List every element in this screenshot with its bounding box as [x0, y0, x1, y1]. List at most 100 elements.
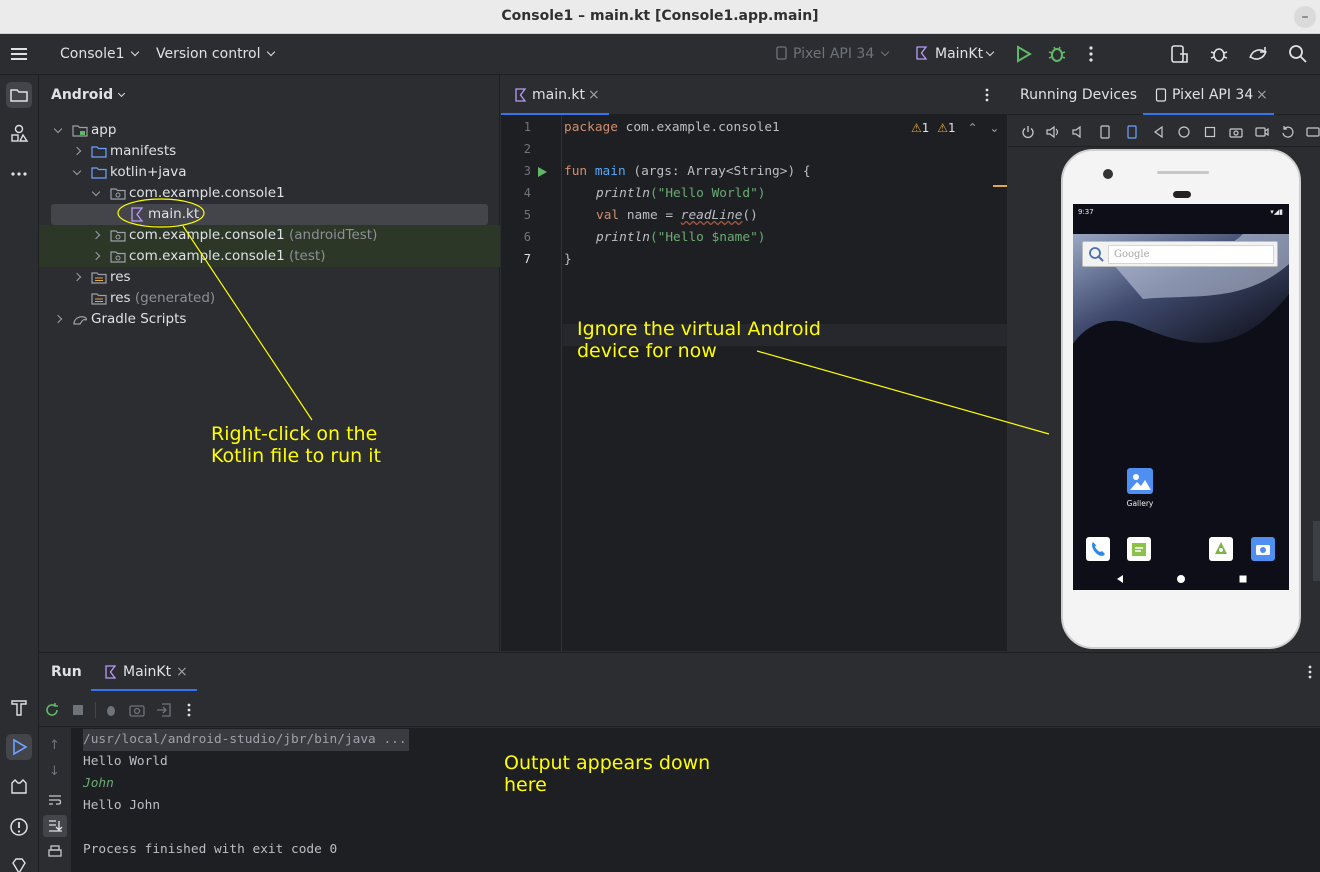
run-options-icon[interactable]	[1303, 664, 1317, 680]
expand-arrow-icon[interactable]	[72, 146, 82, 156]
close-icon[interactable]: ×	[176, 653, 188, 691]
more-options-icon[interactable]	[181, 702, 197, 718]
rotate-left-icon[interactable]	[1098, 125, 1112, 139]
device-manager-icon[interactable]	[1167, 42, 1191, 66]
arrow-up-icon[interactable]: ↑	[49, 738, 60, 753]
home-icon[interactable]	[1177, 125, 1191, 139]
inspection-widget[interactable]: ⚠1 ⚠1 ⌃ ⌄	[911, 121, 999, 135]
device-screen[interactable]: 9:37 ▾◢▮ Google Gallery	[1073, 204, 1289, 590]
main-menu-icon[interactable]	[7, 42, 31, 66]
print-icon[interactable]	[47, 844, 63, 860]
debug-icon[interactable]	[1045, 42, 1069, 66]
snapshots-icon[interactable]	[1281, 125, 1295, 139]
tab-main-kt[interactable]: main.kt ×	[501, 75, 609, 115]
version-control-tool-button[interactable]	[6, 853, 32, 872]
stop-icon[interactable]	[70, 702, 86, 718]
expand-arrow-icon[interactable]	[91, 230, 101, 240]
search-icon[interactable]	[1286, 42, 1310, 66]
code-line[interactable]: println("Hello $name")	[596, 227, 766, 249]
scrollbar-warning-marker[interactable]	[993, 185, 1007, 187]
expand-arrow-icon[interactable]	[72, 166, 82, 176]
rotate-right-icon[interactable]	[1125, 125, 1139, 139]
logcat-tool-button[interactable]	[6, 774, 32, 800]
code-line[interactable]: fun main (args: Array<String>) {	[564, 161, 811, 183]
app-inspection-icon[interactable]	[1207, 42, 1231, 66]
power-icon[interactable]	[1021, 125, 1035, 139]
expand-arrow-icon[interactable]	[72, 272, 82, 282]
previous-highlight-icon[interactable]: ⌃	[967, 121, 977, 135]
tree-item-main-kt[interactable]: main.kt	[39, 204, 500, 225]
tree-item-gradle-scripts[interactable]: Gradle Scripts	[39, 309, 500, 330]
expand-arrow-icon[interactable]	[53, 314, 63, 324]
overview-icon[interactable]	[1203, 125, 1217, 139]
tree-item-app[interactable]: app	[39, 120, 500, 141]
console-command-line[interactable]: /usr/local/android-studio/jbr/bin/java .…	[83, 729, 409, 751]
google-search-widget[interactable]: Google	[1082, 241, 1278, 267]
screenshot-icon[interactable]	[1229, 125, 1243, 139]
google-search-field[interactable]: Google	[1108, 245, 1274, 264]
back-icon[interactable]	[1152, 125, 1166, 139]
build-tool-button[interactable]	[6, 694, 32, 720]
problems-tool-button[interactable]	[6, 814, 32, 840]
nav-back-icon[interactable]	[1115, 574, 1125, 584]
project-view-selector[interactable]: Android	[39, 75, 499, 115]
code-line[interactable]: println("Hello World")	[596, 183, 766, 205]
more-horizontal-icon	[11, 172, 27, 176]
side-scroll-handle[interactable]	[1313, 521, 1320, 581]
phone-app-icon[interactable]	[1086, 537, 1110, 561]
debug-disabled-icon[interactable]	[103, 702, 119, 718]
tree-item-res-generated[interactable]: res (generated)	[39, 288, 500, 309]
run-icon[interactable]	[1011, 42, 1035, 66]
scroll-to-end-button[interactable]	[43, 815, 67, 837]
run-tool-button[interactable]	[6, 734, 32, 760]
tab-pixel-api-34[interactable]: Pixel API 34 ×	[1143, 75, 1274, 115]
expand-arrow-icon[interactable]	[53, 124, 63, 134]
nav-recents-icon[interactable]	[1238, 574, 1248, 584]
tab-mainkt[interactable]: MainKt ×	[91, 653, 197, 691]
messaging-app-icon[interactable]	[1127, 537, 1151, 561]
tree-item-manifests[interactable]: manifests	[39, 141, 500, 162]
expand-arrow-icon[interactable]	[91, 251, 101, 261]
tree-item-res[interactable]: res	[39, 267, 500, 288]
arrow-down-icon[interactable]: ↓	[49, 764, 60, 779]
window-title-bar: Console1 – main.kt [Console1.app.main] –	[0, 0, 1320, 34]
tree-item-package-android-test[interactable]: com.example.console1 (androidTest)	[39, 225, 500, 246]
screen-record-icon[interactable]	[1255, 125, 1269, 139]
login-icon[interactable]	[156, 702, 172, 718]
close-icon[interactable]: ×	[1256, 75, 1268, 115]
soft-wrap-icon[interactable]	[47, 792, 63, 808]
editor-options-icon[interactable]	[979, 87, 995, 103]
expand-arrow-icon[interactable]	[91, 187, 101, 197]
run-gutter-icon[interactable]	[537, 166, 548, 178]
more-options-icon[interactable]	[1079, 42, 1103, 66]
resource-manager-button[interactable]	[6, 121, 32, 147]
device-selector[interactable]: Pixel API 34	[775, 34, 890, 74]
tree-item-package[interactable]: com.example.console1	[39, 183, 500, 204]
console-output[interactable]: ↑ ↓ /usr/local/android-studio/jbr/bin/ja…	[39, 728, 1320, 872]
chevron-down-icon	[131, 47, 140, 57]
vcs-selector[interactable]: Version control	[156, 34, 276, 74]
tree-item-kotlin-java[interactable]: kotlin+java	[39, 162, 500, 183]
code-line[interactable]: }	[564, 249, 572, 271]
project-tool-button[interactable]	[6, 82, 32, 108]
keyboard-icon[interactable]	[1306, 125, 1320, 139]
more-tools-button[interactable]	[6, 161, 32, 187]
window-minimize-button[interactable]: –	[1294, 6, 1316, 28]
run-config-selector[interactable]: MainKt	[915, 34, 995, 74]
annotation-ignore-device: Ignore the virtual Android device for no…	[577, 318, 821, 362]
volume-down-icon[interactable]	[1071, 125, 1085, 139]
tree-item-package-test[interactable]: com.example.console1 (test)	[39, 246, 500, 267]
nav-home-icon[interactable]	[1176, 574, 1186, 584]
code-line[interactable]: package com.example.console1	[564, 117, 780, 139]
rerun-icon[interactable]	[44, 702, 60, 718]
camera-app-icon[interactable]	[1251, 537, 1275, 561]
camera-icon[interactable]	[129, 702, 145, 718]
close-icon[interactable]: ×	[588, 75, 600, 115]
play-store-icon[interactable]	[1209, 537, 1233, 561]
sync-gradle-icon[interactable]	[1246, 42, 1270, 66]
gallery-icon[interactable]	[1127, 468, 1153, 494]
next-highlight-icon[interactable]: ⌄	[989, 121, 999, 135]
project-selector[interactable]: Console1	[60, 34, 140, 74]
code-line[interactable]: val name = readLine()	[596, 205, 758, 227]
volume-up-icon[interactable]	[1046, 125, 1060, 139]
